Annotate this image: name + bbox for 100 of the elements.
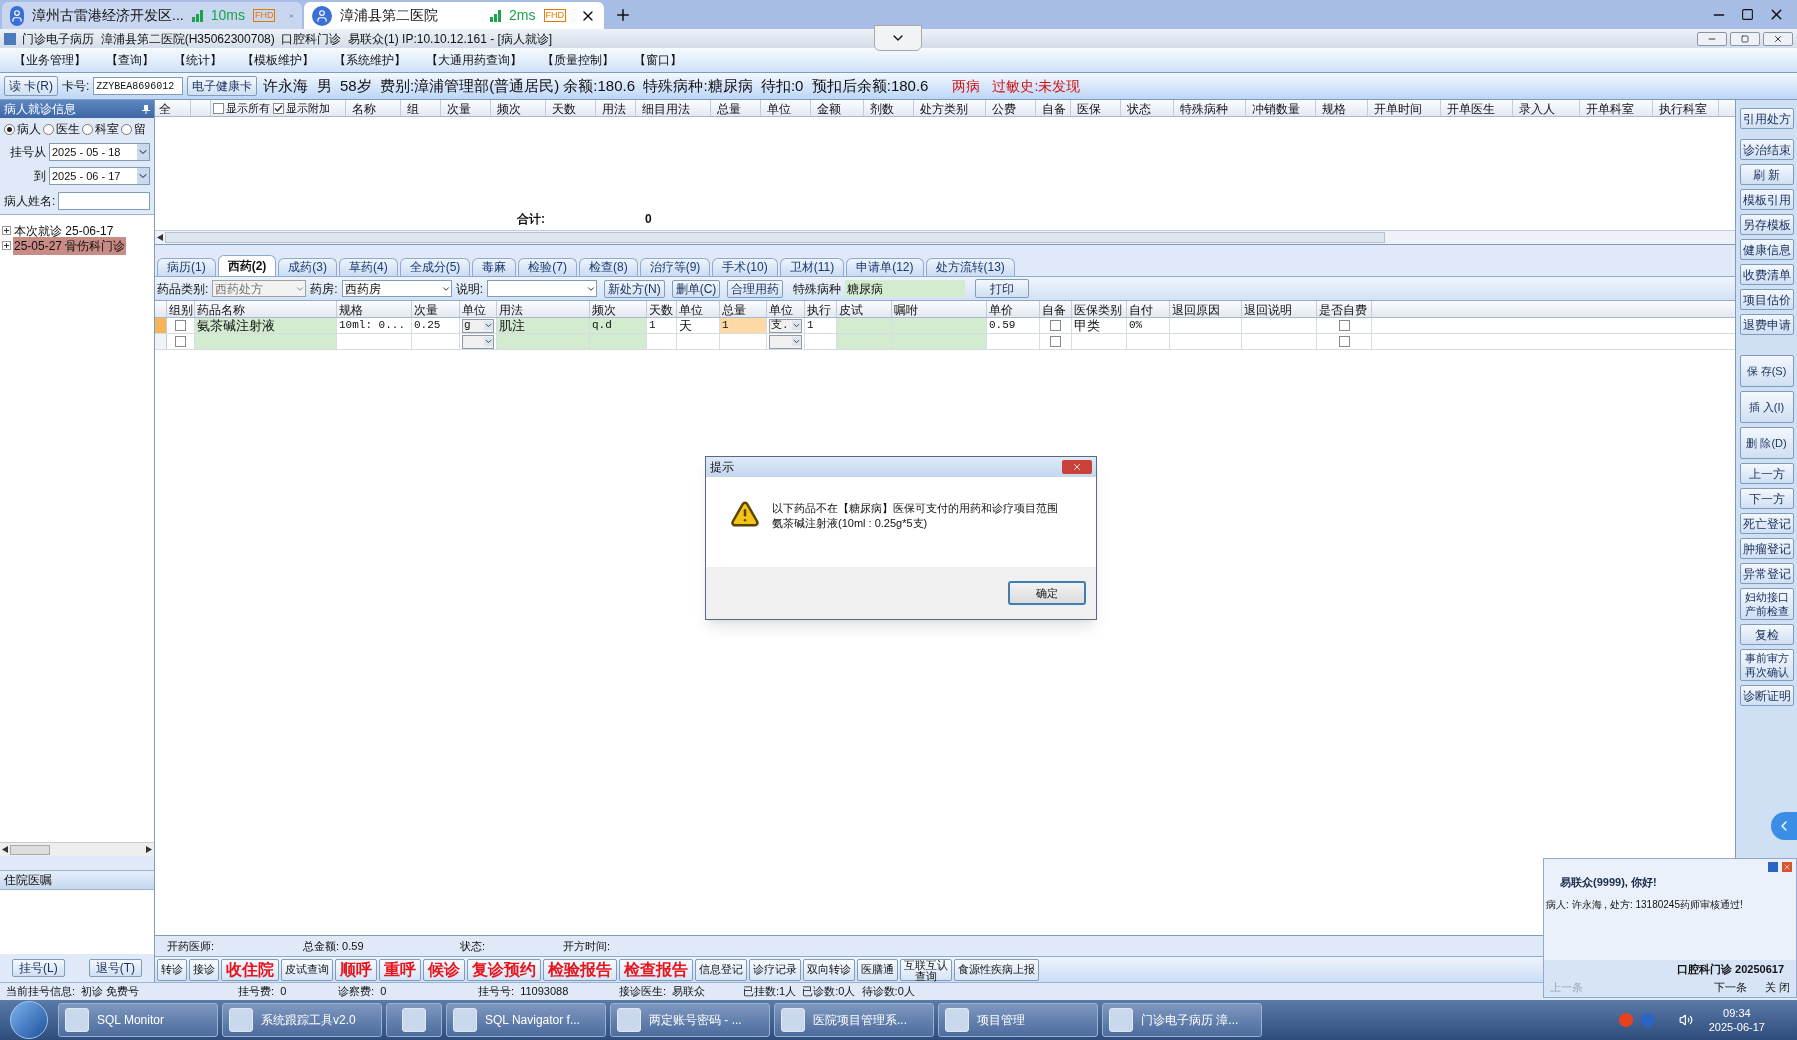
expand-handle[interactable] bbox=[1771, 812, 1797, 840]
action-button[interactable]: 诊疗记录 bbox=[749, 958, 801, 981]
action-button[interactable]: 食源性疾病上报 bbox=[954, 958, 1039, 981]
minimize-icon[interactable] bbox=[1697, 31, 1727, 46]
tab[interactable]: 检验(7) bbox=[518, 258, 578, 276]
action-button[interactable]: 信息登记 bbox=[695, 958, 747, 981]
side-button[interactable]: 诊断证明 bbox=[1739, 685, 1794, 706]
side-button[interactable]: 复检 bbox=[1739, 624, 1794, 645]
name-field[interactable] bbox=[58, 192, 150, 210]
radio-button[interactable] bbox=[43, 123, 54, 135]
checkbox[interactable] bbox=[1338, 336, 1350, 347]
close-button[interactable] bbox=[1062, 460, 1092, 474]
category-dropdown[interactable]: 西药处方 bbox=[212, 280, 307, 297]
close-link[interactable]: 关 闭 bbox=[1764, 978, 1790, 995]
side-button[interactable]: 删 除(D) bbox=[1739, 427, 1794, 459]
start-button[interactable] bbox=[10, 1001, 48, 1039]
action-button[interactable]: 检查报告 bbox=[619, 958, 693, 981]
taskbar-item[interactable] bbox=[386, 1003, 442, 1037]
caret-icon[interactable] bbox=[137, 144, 149, 160]
date-field[interactable]: 2025 - 06 - 17 bbox=[49, 167, 150, 185]
side-button[interactable]: 模板引用 bbox=[1739, 189, 1794, 210]
taskbar-item[interactable]: 项目管理 bbox=[938, 1003, 1098, 1037]
menu-item[interactable]: 【系统维护】 bbox=[334, 51, 406, 69]
restore-icon[interactable] bbox=[1730, 31, 1760, 46]
taskbar-item[interactable]: 两定账号密码 - ... bbox=[610, 1003, 770, 1037]
taskbar-item[interactable]: SQL Navigator f... bbox=[446, 1003, 606, 1037]
browser-tab[interactable]: 漳浦县第二医院 2ms FHD bbox=[304, 2, 604, 29]
menu-item[interactable]: 【质量控制】 bbox=[542, 51, 614, 69]
checkbox[interactable] bbox=[175, 336, 186, 347]
volume-icon[interactable] bbox=[1678, 1013, 1693, 1027]
caret-icon[interactable] bbox=[484, 337, 493, 346]
next-link[interactable]: 下一条 bbox=[1713, 978, 1747, 995]
side-button[interactable]: 收费清单 bbox=[1739, 264, 1794, 285]
tab[interactable]: 成药(3) bbox=[278, 258, 337, 276]
scroll-left-icon[interactable] bbox=[2, 846, 8, 853]
menu-item[interactable]: 【模板维护】 bbox=[242, 51, 314, 69]
read-card-button[interactable]: 读 卡(R) bbox=[4, 76, 58, 96]
checkbox[interactable] bbox=[175, 320, 186, 331]
action-button[interactable]: 检验报告 bbox=[543, 958, 617, 981]
scroll-right-icon[interactable] bbox=[146, 846, 152, 853]
action-button[interactable]: 医膳通 bbox=[857, 958, 898, 981]
menu-item[interactable]: 【窗口】 bbox=[634, 51, 682, 69]
side-button[interactable]: 下一方 bbox=[1739, 488, 1794, 509]
radio-button[interactable] bbox=[121, 123, 132, 135]
pharmacy-dropdown[interactable]: 西药房 bbox=[341, 280, 452, 297]
taskbar-item[interactable]: SQL Monitor bbox=[58, 1003, 218, 1037]
tab[interactable]: 草药(4) bbox=[339, 258, 398, 276]
radio-button[interactable] bbox=[4, 123, 15, 135]
maximize-icon[interactable] bbox=[1741, 8, 1754, 21]
action-button[interactable]: 皮试查询 bbox=[281, 958, 333, 981]
unit-dropdown[interactable]: 支. bbox=[769, 318, 802, 333]
action-button[interactable]: 双向转诊 bbox=[803, 958, 855, 981]
radio-button[interactable] bbox=[82, 123, 93, 135]
toolbar-button[interactable]: 删单(C) bbox=[671, 279, 721, 298]
visit-item[interactable]: 25-05-27 骨伤科门诊 bbox=[13, 236, 127, 255]
scrollbar-thumb[interactable] bbox=[10, 844, 50, 855]
tab[interactable]: 治疗等(9) bbox=[639, 258, 711, 276]
menu-item[interactable]: 【统计】 bbox=[174, 51, 222, 69]
tab[interactable]: 处方流转(13) bbox=[925, 258, 1015, 276]
column-header[interactable]: 全 bbox=[155, 100, 191, 116]
toolbar-button[interactable]: 新处方(N) bbox=[604, 279, 665, 298]
scroll-left-icon[interactable] bbox=[157, 234, 163, 241]
tab[interactable]: 毒麻 bbox=[472, 258, 517, 276]
tab[interactable]: 手术(10) bbox=[712, 258, 778, 276]
checkbox[interactable] bbox=[213, 102, 224, 114]
card-number-field[interactable]: ZZYBEA8696012 bbox=[93, 77, 184, 95]
side-button[interactable]: 异常登记 bbox=[1739, 563, 1794, 584]
pin-icon[interactable] bbox=[142, 104, 150, 114]
checkbox[interactable] bbox=[1050, 336, 1061, 347]
action-button[interactable]: 收住院 bbox=[221, 958, 279, 981]
action-button[interactable]: 转诊 bbox=[157, 958, 187, 981]
taskbar-item[interactable]: 系统跟踪工具v2.0 bbox=[222, 1003, 382, 1037]
pull-down-button[interactable] bbox=[874, 25, 922, 51]
disease-field[interactable]: 糖尿病 bbox=[845, 280, 966, 297]
side-button[interactable]: 项目估价 bbox=[1739, 289, 1794, 310]
unit-dropdown[interactable]: g bbox=[462, 318, 494, 333]
action-button[interactable]: 互联互认查询 bbox=[900, 958, 952, 981]
checkbox[interactable] bbox=[1338, 320, 1350, 331]
side-button[interactable]: 死亡登记 bbox=[1739, 513, 1794, 534]
side-button[interactable]: 刷 新 bbox=[1739, 164, 1794, 185]
side-button[interactable]: 插 入(I) bbox=[1739, 391, 1794, 423]
checkbox[interactable] bbox=[1050, 320, 1061, 331]
date-field[interactable]: 2025 - 05 - 18 bbox=[49, 143, 150, 161]
side-button[interactable]: 诊治结束 bbox=[1739, 139, 1794, 160]
side-button[interactable]: 另存模板 bbox=[1739, 214, 1794, 235]
ok-button[interactable]: 确定 bbox=[1008, 581, 1086, 605]
tab[interactable]: 检查(8) bbox=[579, 258, 638, 276]
side-button[interactable]: 肿瘤登记 bbox=[1739, 538, 1794, 559]
caret-icon[interactable] bbox=[792, 337, 801, 346]
side-button[interactable]: 保 存(S) bbox=[1739, 355, 1794, 387]
action-button[interactable]: 顺呼 bbox=[335, 958, 377, 981]
checkbox[interactable] bbox=[273, 102, 284, 114]
tab[interactable]: 卫材(11) bbox=[779, 258, 845, 276]
tab[interactable]: 全成分(5) bbox=[399, 258, 471, 276]
print-button[interactable]: 打印 bbox=[975, 279, 1030, 298]
side-button[interactable]: 妇幼接口产前检查 bbox=[1739, 588, 1794, 620]
caret-icon[interactable] bbox=[137, 168, 149, 184]
horizontal-scrollbar[interactable] bbox=[155, 230, 1735, 244]
tab[interactable]: 病历(1) bbox=[157, 258, 216, 276]
action-button[interactable]: 接诊 bbox=[189, 958, 219, 981]
